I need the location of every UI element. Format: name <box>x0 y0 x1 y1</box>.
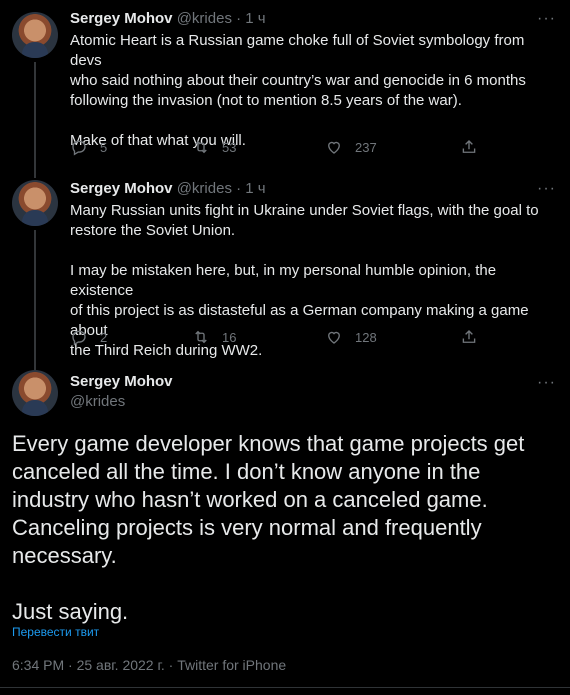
main-tweet-text: Every game developer knows that game pro… <box>12 431 525 624</box>
main-tweet: Sergey Mohov @krides ··· Every game deve… <box>0 360 570 695</box>
more-options-icon[interactable]: ··· <box>537 181 556 197</box>
tweet-actions: 5 53 237 <box>70 138 490 158</box>
share-button[interactable] <box>460 328 488 346</box>
like-count: 237 <box>355 139 377 155</box>
thread-connector-line <box>34 62 36 178</box>
tweet-actions: 2 16 128 <box>70 328 490 348</box>
user-handle[interactable]: @krides <box>177 180 232 197</box>
separator-dot: · <box>236 10 242 27</box>
heart-icon <box>328 141 340 154</box>
tweet-header: Sergey Mohov @krides · 1 ч <box>70 10 266 27</box>
reply-icon <box>72 330 86 346</box>
divider <box>0 687 570 688</box>
like-count: 128 <box>355 329 377 345</box>
share-button[interactable] <box>460 138 488 156</box>
tweet-header: Sergey Mohov @krides · 1 ч <box>70 180 266 197</box>
heart-icon <box>328 331 340 344</box>
more-options-icon[interactable]: ··· <box>537 11 556 27</box>
thread-tweet-1[interactable]: Sergey Mohov @krides · 1 ч ··· Atomic He… <box>0 0 570 178</box>
more-options-icon[interactable]: ··· <box>537 375 556 391</box>
display-name[interactable]: Sergey Mohov <box>70 373 173 390</box>
retweet-count: 16 <box>222 329 237 345</box>
reply-count: 5 <box>100 139 108 155</box>
separator-dot: · <box>236 180 242 197</box>
avatar[interactable] <box>12 12 58 58</box>
share-icon <box>462 140 476 153</box>
thread-connector-line <box>34 230 36 370</box>
timestamp[interactable]: 1 ч <box>245 180 265 197</box>
tweet-metadata[interactable]: 6:34 PM · 25 авг. 2022 г. · Twitter for … <box>12 657 286 673</box>
avatar[interactable] <box>12 180 58 226</box>
retweet-button[interactable]: 16 <box>192 328 236 346</box>
reply-icon <box>72 140 86 156</box>
thread-tweet-2[interactable]: Sergey Mohov @krides · 1 ч ··· Many Russ… <box>0 170 570 370</box>
avatar[interactable] <box>12 370 58 416</box>
user-handle[interactable]: @krides <box>70 393 125 410</box>
reply-button[interactable]: 5 <box>70 138 107 156</box>
retweet-count: 53 <box>222 139 237 155</box>
translate-tweet-link[interactable]: Перевести твит <box>12 625 99 639</box>
tweet-text: Atomic Heart is a Russian game choke ful… <box>70 32 526 149</box>
retweet-icon <box>195 140 207 154</box>
like-button[interactable]: 128 <box>325 328 377 346</box>
reply-button[interactable]: 2 <box>70 328 107 346</box>
main-author-handle: @krides <box>70 393 125 410</box>
retweet-button[interactable]: 53 <box>192 138 236 156</box>
display-name[interactable]: Sergey Mohov <box>70 180 173 197</box>
retweet-icon <box>195 330 207 344</box>
timestamp[interactable]: 1 ч <box>245 10 265 27</box>
main-author-name: Sergey Mohov <box>70 373 173 390</box>
user-handle[interactable]: @krides <box>177 10 232 27</box>
like-button[interactable]: 237 <box>325 138 377 156</box>
reply-count: 2 <box>100 329 108 345</box>
display-name[interactable]: Sergey Mohov <box>70 10 173 27</box>
share-icon <box>462 330 476 343</box>
